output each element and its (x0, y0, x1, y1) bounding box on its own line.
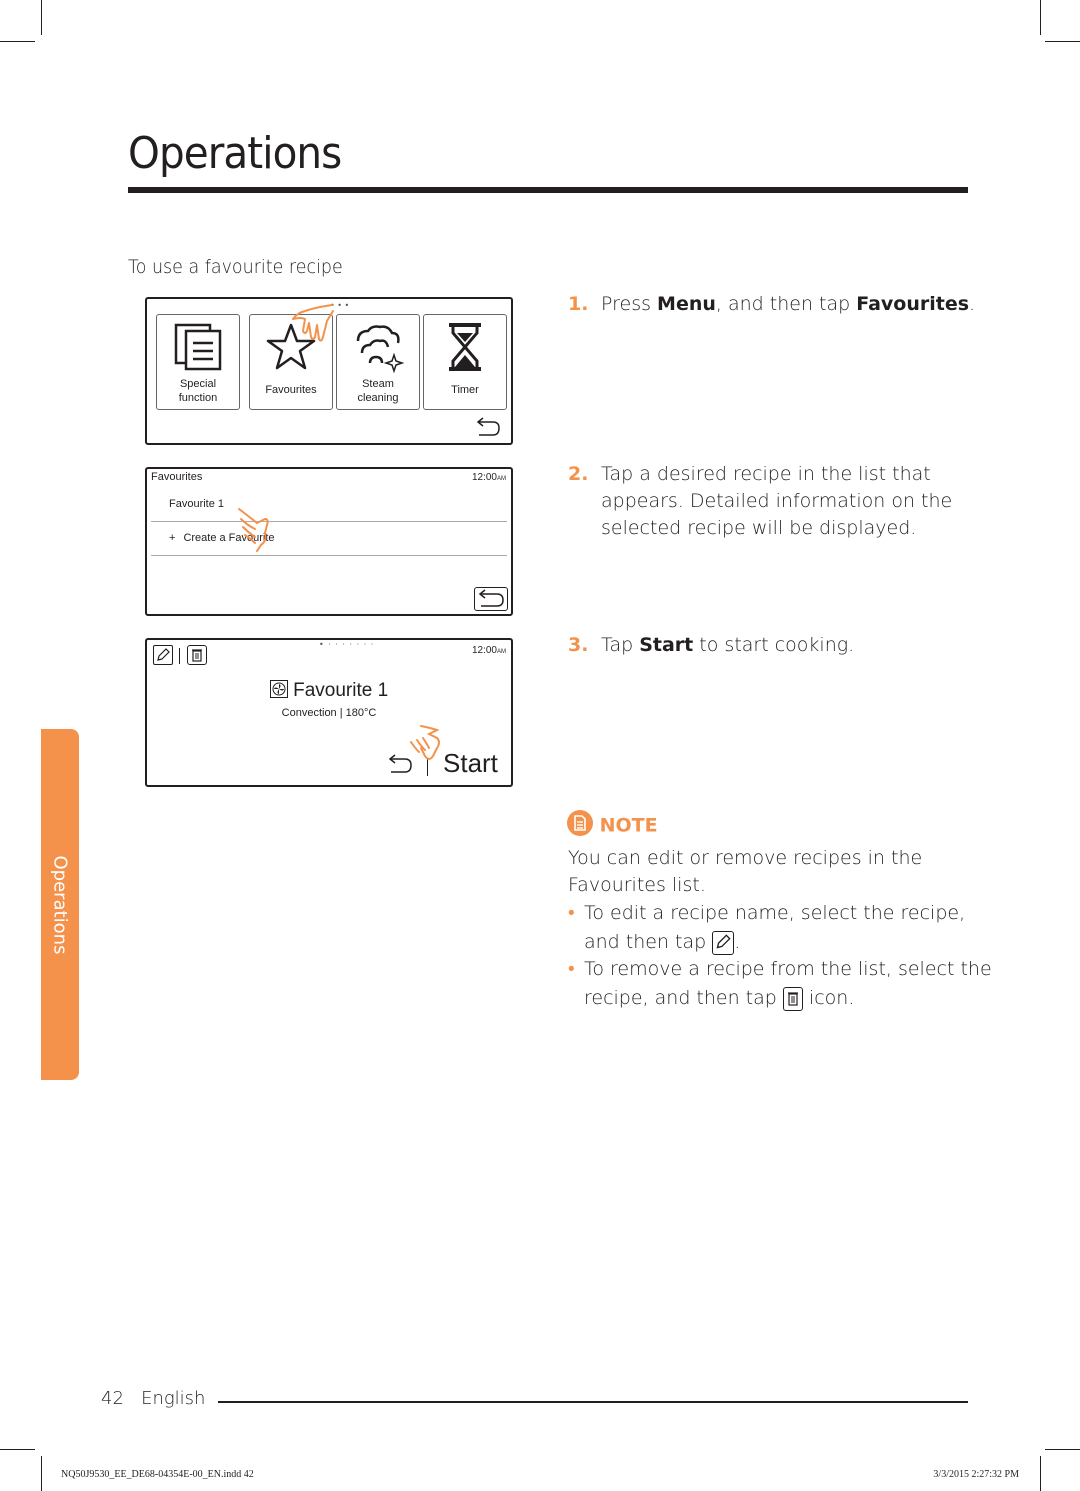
trash-icon (192, 649, 202, 662)
bullet-dot: • (568, 958, 575, 980)
steam-cleaning-icon (356, 325, 405, 373)
clock: 12:00AM (472, 472, 506, 483)
page-number: 42 (101, 1388, 124, 1409)
bullet-text: and then tap (584, 931, 713, 953)
recipe-name: Favourite 1 (293, 680, 389, 701)
crop-mark (1045, 41, 1080, 42)
trash-icon (782, 986, 803, 1011)
step-text: , and then tap (715, 293, 857, 315)
step-bold: Menu (657, 293, 716, 315)
step-text: Press (601, 293, 658, 315)
side-tab: Operations (41, 729, 79, 1080)
page-indicator: • · · · · · · · (319, 640, 375, 649)
delete-button[interactable] (187, 645, 207, 665)
crop-mark (0, 41, 35, 42)
convection-fan-icon (269, 679, 288, 698)
tile-label: function (178, 392, 218, 404)
note-icon (567, 810, 593, 836)
pencil-icon (712, 930, 735, 955)
tile-timer[interactable]: Timer (423, 314, 507, 410)
bullet-text: recipe, and then tap (584, 987, 783, 1009)
step-text: . (969, 293, 976, 315)
tile-special-function[interactable]: Special function (156, 314, 240, 410)
bullet-text: . (734, 931, 741, 953)
tile-steam-cleaning[interactable]: Steam cleaning (336, 314, 420, 410)
page-language: English (141, 1388, 206, 1409)
hand-pointer-icon (292, 304, 334, 342)
special-function-icon (174, 323, 222, 371)
tile-label: cleaning (357, 392, 399, 404)
favourites-list-screen: Favourites 12:00AM Favourite 1 + Create a… (145, 467, 513, 616)
tile-label: Favourites (265, 384, 317, 396)
footer-rule (218, 1401, 968, 1403)
recipe-title: Favourite 1 (147, 679, 511, 702)
step-text: to start cooking. (693, 634, 855, 656)
divider (151, 555, 507, 556)
clock-ampm: AM (497, 649, 506, 655)
step-number: 2. (568, 463, 589, 485)
note-bullet: • To edit a recipe name, select the recip… (568, 899, 965, 957)
crop-mark (1045, 1449, 1080, 1450)
hourglass-icon (449, 323, 481, 371)
crop-mark (41, 0, 42, 35)
page-title: Operations (128, 128, 342, 179)
note-bullet: • To remove a recipe from the list, selec… (568, 955, 992, 1013)
step-text: appears. Detailed information on the (601, 490, 953, 512)
clock-time: 12:00 (471, 645, 497, 656)
bullet-text: To edit a recipe name, select the recipe… (584, 902, 966, 924)
step-1: 1. Press Menu, and then tap Favourites. (568, 291, 975, 318)
tile-label: Timer (451, 384, 479, 396)
recipe-detail: Convection | 180°C (281, 707, 377, 719)
screen-header: Favourites (151, 471, 203, 483)
menu-screen: • • • Special function Favourites Steam cl… (145, 297, 513, 445)
bullet-dot: • (568, 902, 575, 924)
step-text: Tap a desired recipe in the list that (601, 463, 931, 485)
slug-file: NQ50J9530_EE_DE68-04354E-00_EN.indd 42 (61, 1469, 254, 1480)
step-3: 3. Tap Start to start cooking. (568, 632, 854, 659)
note-heading-text: NOTE (599, 814, 658, 837)
step-number: 3. (568, 634, 589, 656)
divider (151, 521, 507, 522)
recipe-detail-screen: • · · · · · · · 12:00AM Favourite 1 Conv… (145, 638, 513, 787)
crop-mark (41, 1456, 42, 1491)
pencil-icon (157, 648, 170, 661)
tile-label: Special (179, 378, 217, 390)
step-number: 1. (568, 293, 589, 315)
clock-ampm: AM (497, 476, 506, 482)
side-tab-label: Operations (49, 855, 71, 954)
title-rule (128, 187, 968, 193)
back-icon[interactable] (475, 415, 501, 439)
add-icon: + (169, 532, 176, 544)
back-button[interactable] (474, 587, 508, 611)
crop-mark (1040, 0, 1041, 35)
note-heading: NOTE (567, 810, 658, 839)
bullet-text: icon. (802, 987, 855, 1009)
note-line: Favourites list. (568, 874, 706, 896)
crop-mark (0, 1449, 35, 1450)
slug-date: 3/3/2015 2:27:32 PM (933, 1469, 1019, 1480)
back-icon (478, 589, 504, 607)
clock-time: 12:00 (471, 472, 497, 483)
hand-pointer-icon (410, 725, 440, 760)
page-footer: 42 English (101, 1388, 205, 1409)
bullet-text: To remove a recipe from the list, select… (584, 958, 992, 980)
step-text: Tap (601, 634, 640, 656)
step-bold: Start (639, 634, 694, 656)
separator (179, 648, 180, 664)
list-item[interactable]: Favourite 1 (169, 498, 224, 510)
step-text: selected recipe will be displayed. (601, 517, 917, 539)
hand-pointer-icon (238, 508, 269, 552)
note-line: You can edit or remove recipes in the (568, 847, 923, 869)
section-heading: To use a favourite recipe (128, 256, 343, 278)
edit-button[interactable] (153, 645, 173, 665)
step-bold: Favourites (856, 293, 970, 315)
clock: 12:00AM (472, 645, 506, 656)
step-2: 2. Tap a desired recipe in the list that … (568, 461, 952, 542)
crop-mark (1040, 1456, 1041, 1491)
tile-label: Steam (362, 378, 394, 390)
